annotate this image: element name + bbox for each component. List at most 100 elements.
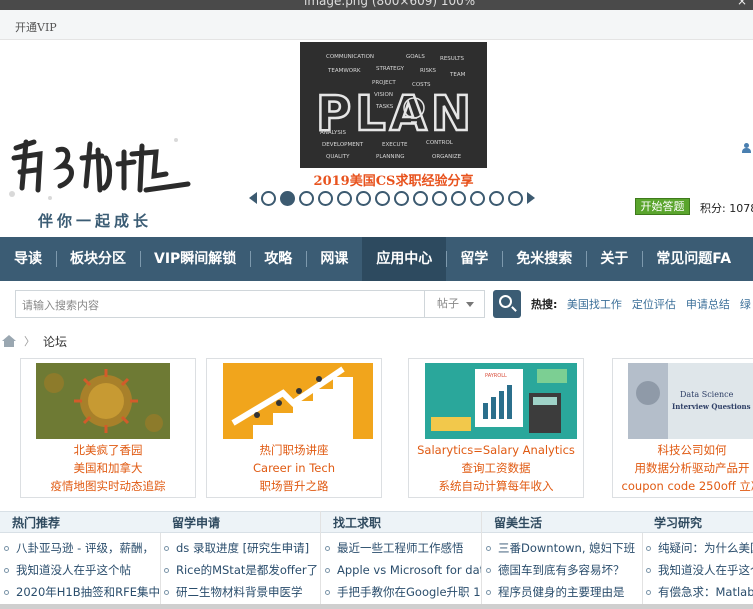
slide-dot[interactable] <box>489 190 504 206</box>
hot-search-tag[interactable]: 美国找工作 <box>567 298 622 311</box>
list-item[interactable]: 有偿急求：Matlab <box>642 581 753 603</box>
feature-card-datascience[interactable]: Data Science Interview Questions 科技公司如何 … <box>612 358 753 498</box>
list-item[interactable]: 三番Downtown, 媳妇下班 <box>482 537 642 559</box>
nav-item[interactable]: 攻略 <box>250 237 306 281</box>
card-line[interactable]: 职场晋升之路 <box>207 477 381 495</box>
list-item[interactable]: 我知道没人在乎这个 <box>642 559 753 581</box>
banner-word: COMMUNICATION <box>326 54 374 60</box>
slide-dot[interactable] <box>337 190 352 206</box>
home-icon[interactable] <box>2 335 16 347</box>
slide-dot[interactable] <box>318 190 333 206</box>
forum-column: 热门推荐八卦亚马逊 - 评级，薪酬， 我知道没人在乎这个帖 2020年H1B抽签和R… <box>0 511 161 609</box>
card-line[interactable]: Career in Tech <box>207 459 381 477</box>
next-arrow-icon[interactable] <box>527 192 535 204</box>
column-title[interactable]: 留美生活 <box>482 511 642 533</box>
list-item[interactable]: 最近一些工程师工作感悟 <box>321 537 481 559</box>
hot-search-tag[interactable]: 申请总结 <box>686 298 730 311</box>
slide-dot[interactable] <box>356 190 371 206</box>
nav-item[interactable]: 应用中心 <box>362 237 447 281</box>
banner-caption[interactable]: 2019美国CS求职经验分享 <box>300 170 487 189</box>
list-item[interactable]: 手把手教你在Google升职 1 <box>321 581 481 603</box>
card-line[interactable]: 疫情地图实时动态追踪 <box>21 477 195 495</box>
slide-dot[interactable] <box>394 190 409 206</box>
card-line[interactable]: 用数据分析驱动产品开 <box>613 459 753 477</box>
card-line[interactable]: 热门职场讲座 <box>207 441 381 459</box>
search-button[interactable] <box>493 290 521 318</box>
list-item[interactable]: 德国车到底有多容易坏？ <box>482 559 642 581</box>
banner-word: DEVELOPMENT <box>322 142 364 148</box>
window-titlebar: image.png (800×609) 100% × <box>0 0 753 10</box>
card-line[interactable]: coupon code 250off 立减 <box>613 477 753 495</box>
slide-dot[interactable] <box>261 190 276 206</box>
list-item[interactable]: 2020年H1B抽签和RFE集中 <box>0 581 160 603</box>
vip-link[interactable]: 开通VIP <box>15 19 57 35</box>
column-title[interactable]: 学习研究 <box>642 511 753 533</box>
slide-dot[interactable] <box>280 190 295 206</box>
list-item[interactable]: Rice的MStat是都发offer了 <box>160 559 320 581</box>
slide-dots <box>261 190 523 206</box>
card-line[interactable]: Salarytics=Salary Analytics <box>409 441 583 459</box>
slide-dot[interactable] <box>299 190 314 206</box>
list-item[interactable]: Apple vs Microsoft for data <box>321 559 481 581</box>
banner-word: TASKS <box>375 104 394 110</box>
nav-item[interactable]: 免米搜索 <box>502 237 586 281</box>
close-icon[interactable]: × <box>737 0 747 8</box>
list-item[interactable]: 研二生物材料背景申医学 <box>160 581 320 603</box>
search-scope-select[interactable]: 帖子 <box>424 291 484 317</box>
start-quiz-button[interactable]: 开始答题 <box>635 198 690 215</box>
card-line[interactable]: 美国和加拿大 <box>21 459 195 477</box>
chevron-down-icon <box>466 302 474 307</box>
data-science-image: Data Science Interview Questions <box>628 363 753 439</box>
site-logo[interactable]: 伴你一起成长 <box>6 128 196 230</box>
list-item[interactable]: ds 录取进度 [研究生申请] <box>160 537 320 559</box>
nav-item[interactable]: VIP瞬间解锁 <box>140 237 250 281</box>
slide-dot[interactable] <box>413 190 428 206</box>
search-input[interactable]: 请输入搜索内容 <box>22 297 99 313</box>
card-line[interactable]: 科技公司如何 <box>613 441 753 459</box>
feature-card-covid[interactable]: 北美疯了香园 美国和加拿大 疫情地图实时动态追踪 <box>20 358 196 498</box>
banner-image[interactable]: PLAN COMMUNICATION GOALS RESULTS TEAMWORK ST… <box>300 42 487 168</box>
list-item-text: ds 录取进度 [研究生申请] <box>176 541 310 555</box>
breadcrumb-current[interactable]: 论坛 <box>43 333 67 350</box>
slide-dot[interactable] <box>432 190 447 206</box>
feature-card-career[interactable]: 热门职场讲座 Career in Tech 职场晋升之路 <box>206 358 382 498</box>
list-item[interactable]: 我知道没人在乎这个帖 <box>0 559 160 581</box>
slide-dot[interactable] <box>451 190 466 206</box>
user-icon[interactable] <box>742 143 751 154</box>
list-item-text: 我知道没人在乎这个帖 <box>16 563 131 577</box>
nav-item[interactable]: 留学 <box>446 237 502 281</box>
forum-column: 找工求职最近一些工程师工作感悟 Apple vs Microsoft for da… <box>321 511 482 609</box>
hot-search-tag[interactable]: 绿 <box>740 298 751 311</box>
prev-arrow-icon[interactable] <box>249 192 257 204</box>
card-line[interactable]: 系统自动计算每年收入 <box>409 477 583 495</box>
search-icon <box>499 295 512 308</box>
slide-dot[interactable] <box>375 190 390 206</box>
list-item[interactable]: 程序员健身的主要理由是 <box>482 581 642 603</box>
card-line[interactable]: 查询工资数据 <box>409 459 583 477</box>
bullet-icon <box>164 590 169 595</box>
bullet-icon <box>646 590 651 595</box>
nav-item[interactable]: 关于 <box>586 237 642 281</box>
horizontal-scrollbar[interactable] <box>0 604 753 609</box>
feature-card-salarytics[interactable]: PAYROLL Salarytics=Salary Analytics 查询工资… <box>408 358 584 498</box>
banner-word: ORGANIZE <box>432 154 462 160</box>
list-item[interactable]: 纯疑问：为什么美国 <box>642 537 753 559</box>
nav-item[interactable]: 导读 <box>0 237 56 281</box>
card-line[interactable]: 北美疯了香园 <box>21 441 195 459</box>
career-stairs-image <box>223 363 373 439</box>
list-item[interactable]: 八卦亚马逊 - 评级，薪酬， <box>0 537 160 559</box>
column-title[interactable]: 找工求职 <box>321 511 481 533</box>
hot-search-tag[interactable]: 定位评估 <box>632 298 676 311</box>
column-title[interactable]: 留学申请 <box>160 511 320 533</box>
nav-item[interactable]: 常见问题FA <box>642 237 745 281</box>
column-title[interactable]: 热门推荐 <box>0 511 160 533</box>
banner-word: RISKS <box>420 68 437 74</box>
nav-item[interactable]: 网课 <box>306 237 362 281</box>
banner-word: PROJECT <box>372 80 396 86</box>
slide-dot[interactable] <box>470 190 485 206</box>
slide-dot[interactable] <box>508 190 523 206</box>
logo-calligraphy <box>9 138 191 200</box>
nav-item[interactable]: 板块分区 <box>56 237 140 281</box>
points-counter: 积分: 1078 <box>700 202 753 215</box>
banner-word: RESULTS <box>440 56 464 62</box>
